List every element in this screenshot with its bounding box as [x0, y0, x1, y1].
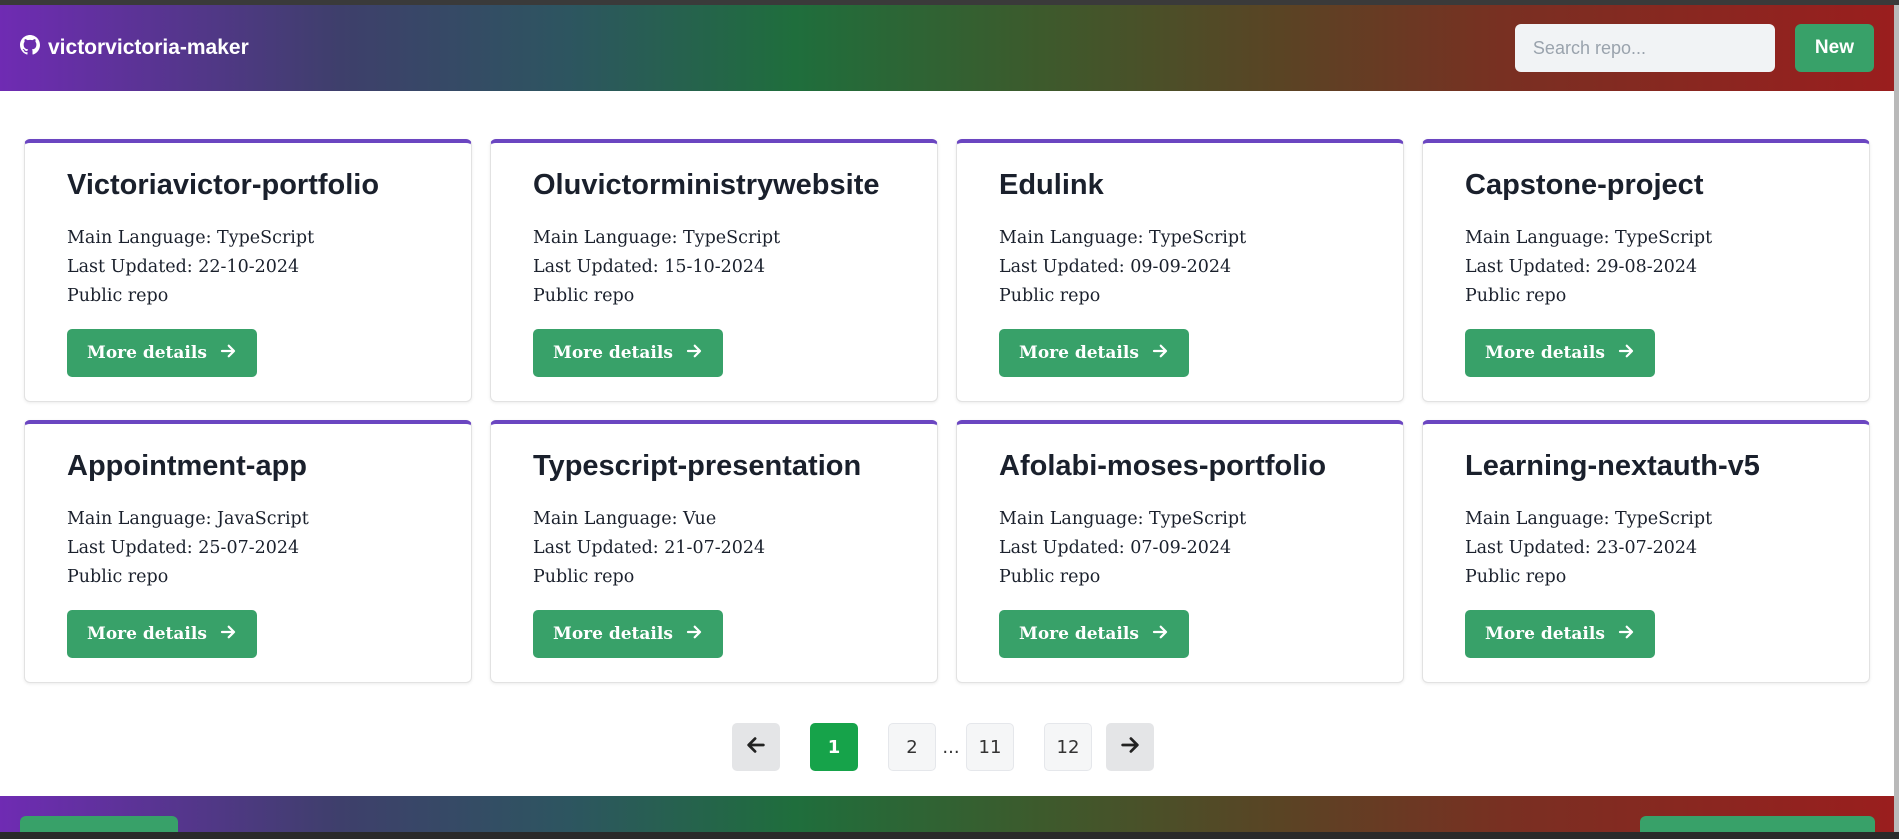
more-details-button[interactable]: More details — [999, 610, 1189, 658]
repo-visibility: Public repo — [67, 567, 169, 587]
more-details-button[interactable]: More details — [533, 610, 723, 658]
page: victorvictoria-maker New Victoriavictor-… — [0, 0, 1899, 839]
search-input[interactable] — [1514, 24, 1775, 72]
repo-card: Victoriavictor-portfolio Main Language: … — [24, 139, 472, 402]
repo-title: Appointment-app — [67, 450, 308, 482]
more-details-label: More details — [1485, 624, 1605, 644]
repo-updated: Last Updated: 07-09-2024 — [999, 538, 1232, 558]
more-details-button[interactable]: More details — [67, 610, 257, 658]
more-details-label: More details — [1485, 343, 1605, 363]
repo-language: Main Language: TypeScript — [999, 509, 1247, 529]
repo-visibility: Public repo — [1465, 286, 1567, 306]
page-button-2[interactable]: 2 — [888, 723, 936, 771]
repo-language: Main Language: TypeScript — [533, 228, 781, 248]
repo-updated: Last Updated: 29-08-2024 — [1465, 257, 1698, 277]
repo-meta: Main Language: TypeScript Last Updated: … — [999, 505, 1361, 592]
page-button-1[interactable]: 1 — [810, 723, 858, 771]
repo-title: Capstone-project — [1465, 169, 1704, 201]
more-details-button[interactable]: More details — [999, 329, 1189, 377]
more-details-button[interactable]: More details — [1465, 329, 1655, 377]
username: victorvictoria-maker — [48, 36, 249, 59]
arrow-right-icon — [219, 623, 237, 646]
repo-language: Main Language: JavaScript — [67, 509, 309, 529]
repo-title: Afolabi-moses-portfolio — [999, 450, 1327, 482]
repo-card: Edulink Main Language: TypeScript Last U… — [956, 139, 1404, 402]
window-bottom-strip — [0, 832, 1899, 839]
repo-card: Oluvictorministrywebsite Main Language: … — [490, 139, 938, 402]
repo-meta: Main Language: TypeScript Last Updated: … — [1465, 505, 1827, 592]
arrow-right-icon — [685, 623, 703, 646]
arrow-right-icon — [1617, 623, 1635, 646]
repo-meta: Main Language: Vue Last Updated: 21-07-2… — [533, 505, 895, 592]
brand[interactable]: victorvictoria-maker — [20, 35, 249, 61]
repo-grid: Victoriavictor-portfolio Main Language: … — [24, 139, 1872, 683]
arrow-right-icon — [685, 342, 703, 365]
arrow-right-icon — [1151, 342, 1169, 365]
app-header: victorvictoria-maker New — [0, 5, 1894, 91]
repo-visibility: Public repo — [999, 286, 1101, 306]
new-button[interactable]: New — [1794, 24, 1874, 72]
repo-meta: Main Language: TypeScript Last Updated: … — [1465, 224, 1827, 311]
more-details-button[interactable]: More details — [67, 329, 257, 377]
repo-card: Afolabi-moses-portfolio Main Language: T… — [956, 420, 1404, 683]
repo-updated: Last Updated: 09-09-2024 — [999, 257, 1232, 277]
repo-title: Victoriavictor-portfolio — [67, 169, 380, 201]
repo-language: Main Language: TypeScript — [67, 228, 315, 248]
repo-visibility: Public repo — [999, 567, 1101, 587]
repo-updated: Last Updated: 23-07-2024 — [1465, 538, 1698, 558]
header-actions: New — [1514, 24, 1874, 72]
repo-meta: Main Language: TypeScript Last Updated: … — [67, 224, 429, 311]
more-details-label: More details — [553, 624, 673, 644]
page-button-11[interactable]: 11 — [966, 723, 1014, 771]
repo-language: Main Language: TypeScript — [1465, 509, 1713, 529]
more-details-button[interactable]: More details — [1465, 610, 1655, 658]
repo-card: Appointment-app Main Language: JavaScrip… — [24, 420, 472, 683]
repo-meta: Main Language: JavaScript Last Updated: … — [67, 505, 429, 592]
arrow-left-icon — [745, 734, 767, 761]
scrollbar-track[interactable] — [1894, 5, 1899, 839]
pagination: 1 2 ... 11 12 — [732, 723, 1154, 771]
arrow-right-icon — [1119, 734, 1141, 761]
arrow-right-icon — [1617, 342, 1635, 365]
repo-visibility: Public repo — [67, 286, 169, 306]
repo-updated: Last Updated: 21-07-2024 — [533, 538, 766, 558]
arrow-right-icon — [1151, 623, 1169, 646]
pagination-ellipsis: ... — [942, 736, 960, 758]
repo-updated: Last Updated: 22-10-2024 — [67, 257, 300, 277]
more-details-label: More details — [1019, 624, 1139, 644]
repo-title: Edulink — [999, 169, 1104, 201]
page-button-12[interactable]: 12 — [1044, 723, 1092, 771]
repo-visibility: Public repo — [1465, 567, 1567, 587]
more-details-button[interactable]: More details — [533, 329, 723, 377]
arrow-right-icon — [219, 342, 237, 365]
repo-card: Capstone-project Main Language: TypeScri… — [1422, 139, 1870, 402]
prev-page-button[interactable] — [732, 723, 780, 771]
repo-title: Oluvictorministrywebsite — [533, 169, 880, 201]
repo-title: Learning-nextauth-v5 — [1465, 450, 1760, 482]
more-details-label: More details — [87, 343, 207, 363]
repo-meta: Main Language: TypeScript Last Updated: … — [999, 224, 1361, 311]
github-icon — [20, 35, 40, 61]
more-details-label: More details — [87, 624, 207, 644]
repo-meta: Main Language: TypeScript Last Updated: … — [533, 224, 895, 311]
repo-language: Main Language: Vue — [533, 509, 717, 529]
repo-updated: Last Updated: 25-07-2024 — [67, 538, 300, 558]
repo-updated: Last Updated: 15-10-2024 — [533, 257, 766, 277]
repo-language: Main Language: TypeScript — [1465, 228, 1713, 248]
repo-visibility: Public repo — [533, 567, 635, 587]
repo-title: Typescript-presentation — [533, 450, 862, 482]
repo-card: Typescript-presentation Main Language: V… — [490, 420, 938, 683]
repo-language: Main Language: TypeScript — [999, 228, 1247, 248]
more-details-label: More details — [553, 343, 673, 363]
repo-visibility: Public repo — [533, 286, 635, 306]
repo-card: Learning-nextauth-v5 Main Language: Type… — [1422, 420, 1870, 683]
next-page-button[interactable] — [1106, 723, 1154, 771]
more-details-label: More details — [1019, 343, 1139, 363]
